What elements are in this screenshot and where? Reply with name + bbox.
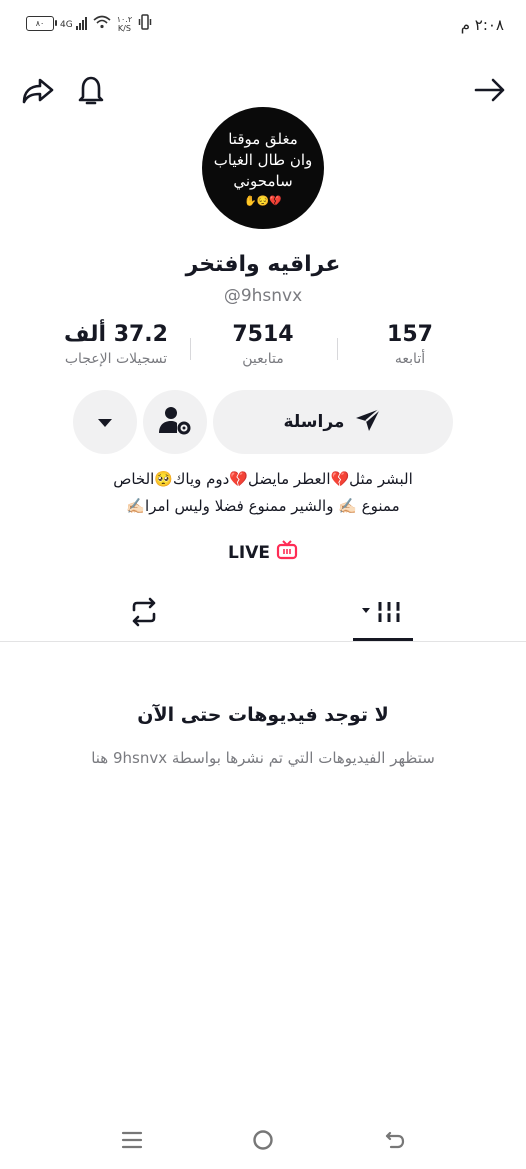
more-dropdown-button[interactable] [73, 390, 137, 454]
signal-icon: 4G [60, 17, 87, 30]
tab-videos[interactable] [353, 592, 413, 636]
status-bar: ٢:٠٨ م ٨٠ 4G ١٠.٢ K/S [0, 0, 526, 52]
live-link[interactable]: LIVE [0, 540, 526, 565]
avatar[interactable]: مغلق موقتا وان طال الغياب سامحوني 💔😔✋ [202, 107, 324, 229]
back-nav-icon[interactable] [375, 1122, 415, 1158]
bell-icon[interactable] [73, 72, 109, 108]
grid-icon [360, 598, 406, 630]
tabs-divider [0, 641, 526, 642]
display-name: عراقيه وافتخر [185, 252, 341, 277]
follow-settings-button[interactable] [143, 390, 207, 454]
share-icon[interactable] [20, 72, 56, 108]
bio: البشر مثل💔العطر مايضل💔دوم وياك🥺الخاص ممن… [113, 470, 413, 515]
caret-down-icon [97, 413, 113, 432]
recents-nav-icon[interactable] [112, 1122, 152, 1158]
user-settings-icon [158, 404, 192, 440]
tv-icon [276, 540, 298, 565]
tab-reposts[interactable] [114, 592, 174, 636]
vibrate-icon [138, 14, 152, 33]
message-button-label: مراسلة [283, 412, 345, 432]
username: @9hsnvx [223, 286, 303, 306]
stat-following[interactable]: 157 أتابعه [330, 322, 490, 367]
empty-state-subtitle: ستظهر الفيديوهات التي تم نشرها بواسطة 9h… [91, 749, 435, 767]
status-icons: ٨٠ 4G ١٠.٢ K/S [26, 14, 152, 33]
empty-state-title: لا توجد فيديوهات حتى الآن [137, 704, 389, 726]
battery-icon: ٨٠ [26, 16, 57, 31]
network-speed: ١٠.٢ K/S [116, 14, 133, 33]
stat-followers[interactable]: 7514 متابعين [183, 322, 343, 367]
stat-likes[interactable]: 37.2 ألف تسجيلات الإعجاب [36, 322, 196, 367]
home-nav-icon[interactable] [243, 1122, 283, 1158]
wifi-icon [93, 15, 111, 32]
status-time: ٢:٠٨ م [460, 16, 504, 34]
back-arrow-icon[interactable] [472, 72, 508, 108]
message-button[interactable]: مراسلة [213, 390, 453, 454]
send-icon [354, 407, 382, 438]
repost-icon [128, 597, 160, 631]
